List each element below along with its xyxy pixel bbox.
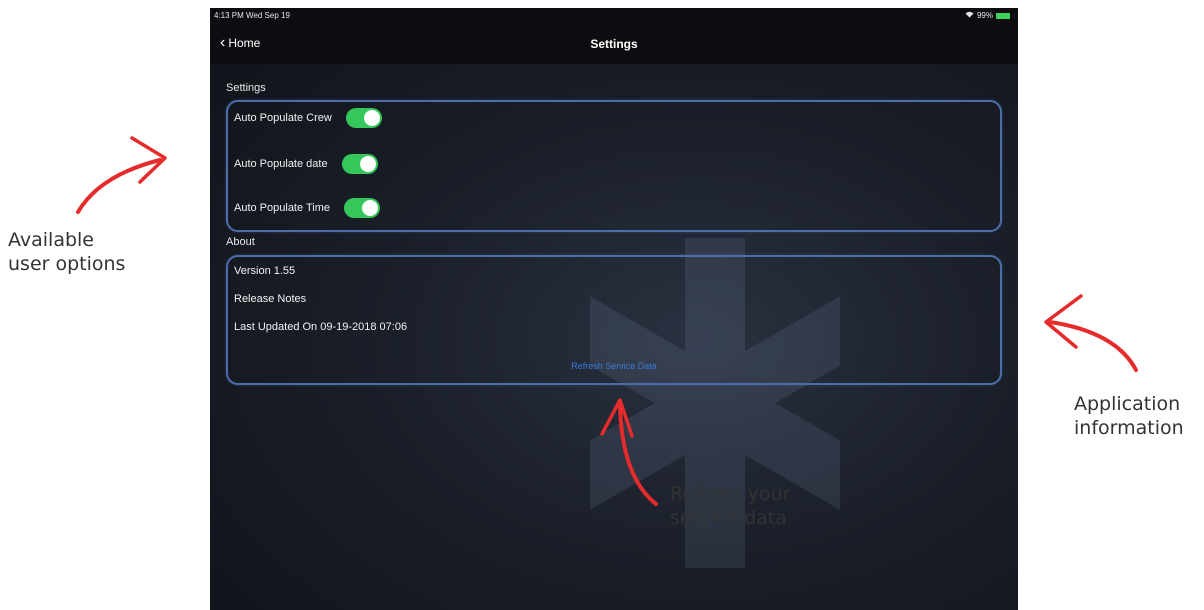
toggle-knob [359,156,376,172]
refresh-service-data-button[interactable]: Refresh Service Data [228,361,1000,371]
annotation-text: user options [8,253,126,275]
annotation-left: Available user options [8,228,125,276]
about-panel: Version 1.55 Release Notes Last Updated … [226,255,1002,385]
annotation-text: service data [670,507,787,529]
settings-section-label: Settings [226,82,266,94]
tablet-screen: 4:13 PM Wed Sep 19 99% ‹ Home Settings S… [210,8,1018,610]
auto-populate-crew-toggle[interactable] [345,108,382,128]
annotation-text: Available [8,229,95,251]
toggle-knob [363,110,380,126]
auto-populate-time-toggle[interactable] [344,198,381,218]
arrow-up-icon [600,398,658,506]
last-updated-text: Last Updated On 09-19-2018 07:06 [234,321,408,333]
option-label: Auto Populate Time [234,202,331,214]
annotation-text: information [1074,417,1184,439]
toggle-knob [362,200,379,216]
battery-percent: 99% [976,11,993,20]
release-notes-link[interactable]: Release Notes [234,293,306,305]
settings-panel: Auto Populate Crew Auto Populate date Au… [226,100,1002,232]
battery-icon [996,12,1010,19]
annotation-text: Refresh your [670,483,791,505]
option-label: Auto Populate date [234,158,328,170]
page-title: Settings [590,37,638,51]
about-section-label: About [226,236,255,248]
status-time: 4:13 PM Wed Sep 19 [214,11,290,20]
version-text: Version 1.55 [234,265,296,277]
option-row-date: Auto Populate date [234,154,378,174]
navigation-bar: ‹ Home Settings [210,24,1018,64]
option-row-crew: Auto Populate Crew [234,108,382,128]
option-row-time: Auto Populate Time [234,198,381,218]
annotation-bottom: Refresh your service data [670,482,791,530]
annotation-text: Application [1074,393,1181,415]
option-label: Auto Populate Crew [234,112,332,124]
arrow-right-icon [76,136,167,214]
auto-populate-date-toggle[interactable] [341,154,378,174]
status-bar: 4:13 PM Wed Sep 19 99% [210,8,1018,24]
wifi-icon [965,11,974,20]
status-indicators: 99% [965,11,1010,20]
arrow-left-icon [1044,294,1138,372]
annotation-right: Application information [1074,392,1184,440]
